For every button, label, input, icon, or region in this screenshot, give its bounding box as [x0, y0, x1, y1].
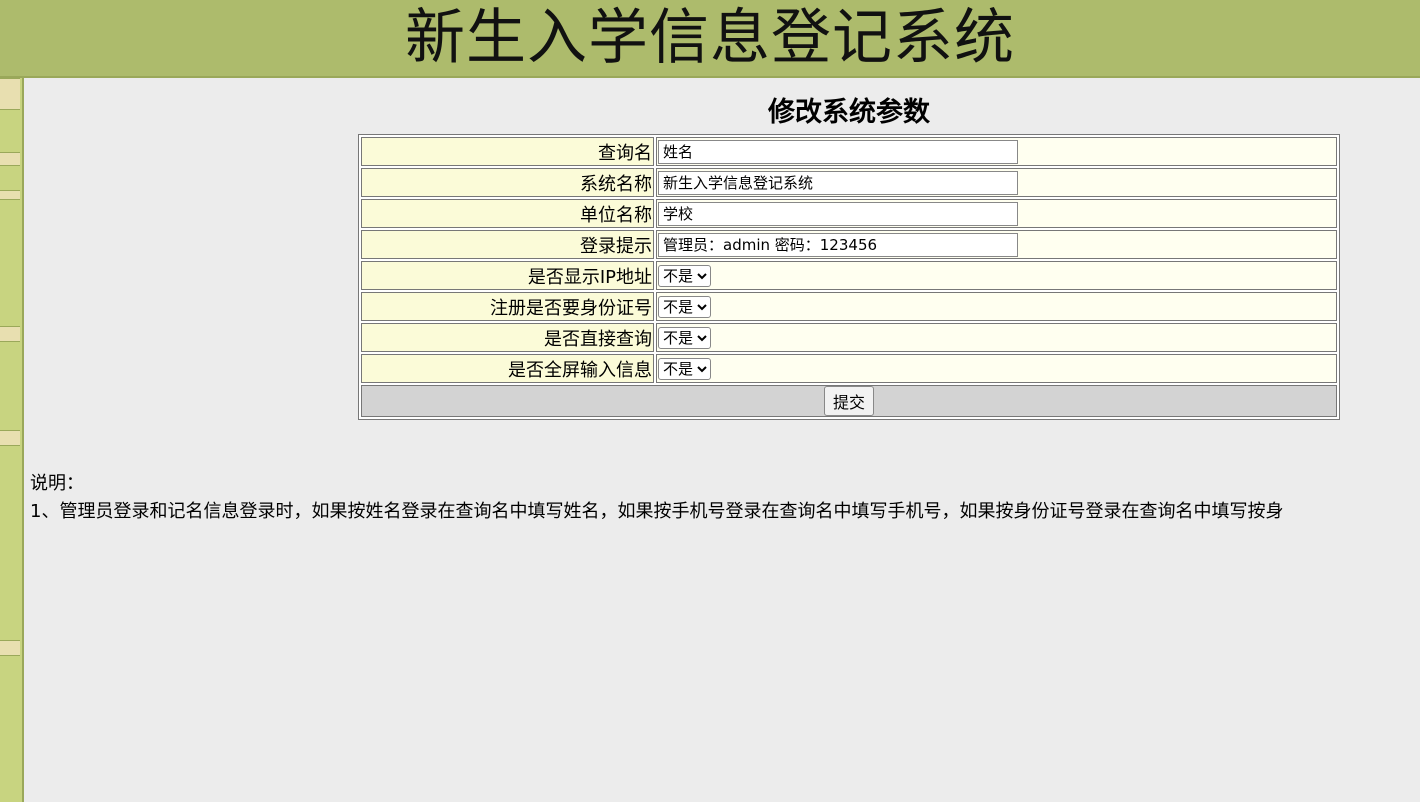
- text-input[interactable]: [658, 201, 1018, 226]
- yes-no-select[interactable]: 不是: [658, 264, 711, 287]
- notes-heading: 说明：: [30, 473, 84, 494]
- notes-list: 1、管理员登录和记名信息登录时，如果按姓名登录在查询名中填写姓名，如果按手机号登…: [30, 498, 1420, 526]
- submit-row: 提交: [361, 385, 1337, 417]
- sidebar-item[interactable]: [0, 640, 20, 656]
- field-label: 单位名称: [361, 199, 654, 228]
- form-row: 查询名: [361, 137, 1337, 166]
- text-input[interactable]: [658, 139, 1018, 164]
- sidebar-item[interactable]: [0, 152, 20, 166]
- form-row: 系统名称: [361, 168, 1337, 197]
- field-label: 查询名: [361, 137, 654, 166]
- text-input[interactable]: [658, 170, 1018, 195]
- app-title: 新生入学信息登记系统: [405, 3, 1015, 73]
- form-row: 是否全屏输入信息 不是: [361, 354, 1337, 383]
- text-input[interactable]: [658, 232, 1018, 257]
- sidebar-item[interactable]: [0, 78, 20, 110]
- sidebar-item[interactable]: [0, 326, 20, 342]
- form-row: 注册是否要身份证号 不是: [361, 292, 1337, 321]
- yes-no-select[interactable]: 不是: [658, 357, 711, 380]
- notes-section: 说明： 1、管理员登录和记名信息登录时，如果按姓名登录在查询名中填写姓名，如果按…: [30, 470, 1420, 526]
- submit-button[interactable]: 提交: [823, 386, 874, 416]
- yes-no-select[interactable]: 不是: [658, 326, 711, 349]
- system-params-form: 查询名系统名称单位名称登录提示是否显示IP地址不是注册是否要身份证号不是是否直接…: [358, 134, 1340, 420]
- header-banner: 新生入学信息登记系统: [0, 0, 1420, 78]
- field-label: 注册是否要身份证号: [361, 292, 654, 321]
- sidebar-item[interactable]: [0, 190, 20, 200]
- form-row: 单位名称: [361, 199, 1337, 228]
- field-label: 登录提示: [361, 230, 654, 259]
- yes-no-select[interactable]: 不是: [658, 295, 711, 318]
- form-row: 是否显示IP地址 不是: [361, 261, 1337, 290]
- note-line: 1、管理员登录和记名信息登录时，如果按姓名登录在查询名中填写姓名，如果按手机号登…: [30, 501, 1284, 522]
- sidebar-nav[interactable]: [0, 78, 24, 802]
- field-label: 系统名称: [361, 168, 654, 197]
- field-label: 是否直接查询: [361, 323, 654, 352]
- sidebar-item[interactable]: [0, 430, 20, 446]
- form-row: 登录提示: [361, 230, 1337, 259]
- page-title: 修改系统参数: [768, 97, 930, 128]
- field-label: 是否显示IP地址: [361, 261, 654, 290]
- field-label: 是否全屏输入信息: [361, 354, 654, 383]
- main-content: 修改系统参数 查询名系统名称单位名称登录提示是否显示IP地址不是注册是否要身份证…: [26, 80, 1420, 802]
- form-row: 是否直接查询 不是: [361, 323, 1337, 352]
